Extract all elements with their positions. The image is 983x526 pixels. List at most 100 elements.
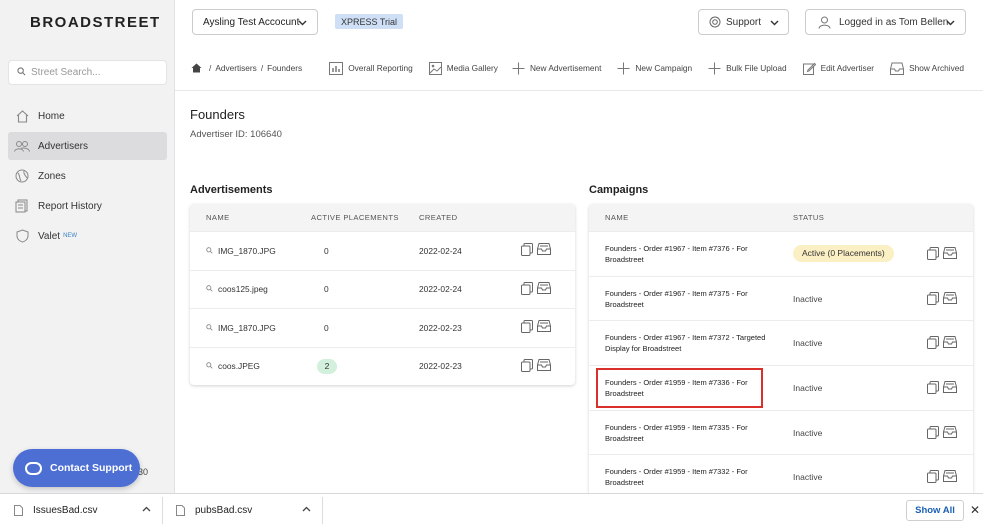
ad-name[interactable]: coos125.jpeg: [218, 284, 268, 294]
sidebar-item-home[interactable]: Home: [8, 102, 167, 130]
table-row[interactable]: Founders - Order #1959 - Item #7332 - Fo…: [589, 454, 973, 493]
campaign-name[interactable]: Founders - Order #1959 - Item #7332 - Fo…: [589, 466, 793, 488]
new-advertisement-button[interactable]: New Advertisement: [512, 62, 601, 75]
breadcrumb-founders[interactable]: Founders: [267, 63, 302, 73]
user-menu[interactable]: Logged in as Tom Bellen: [805, 9, 966, 35]
bulk-file-upload-button[interactable]: Bulk File Upload: [708, 62, 787, 75]
media-gallery-button[interactable]: Media Gallery: [428, 61, 498, 75]
table-row[interactable]: Founders - Order #1959 - Item #7336 - Fo…: [589, 365, 973, 410]
breadcrumb-advertisers[interactable]: Advertisers: [215, 63, 257, 73]
table-row[interactable]: IMG_1870.JPG 0 2022-02-24: [190, 231, 575, 270]
globe-icon: [14, 168, 30, 184]
copy-icon[interactable]: [927, 247, 939, 260]
report-icon: [14, 198, 30, 214]
campaign-name[interactable]: Founders - Order #1967 - Item #7376 - Fo…: [589, 243, 793, 265]
sidebar-item-label: Valet: [38, 230, 61, 242]
download-filename: IssuesBad.csv: [33, 505, 98, 516]
contact-support-label: Contact Support: [50, 462, 133, 474]
download-item-pubsbad[interactable]: pubsBad.csv: [176, 494, 252, 526]
edit-advertiser-button[interactable]: Edit Advertiser: [802, 62, 874, 75]
sidebar-item-zones[interactable]: Zones: [8, 162, 167, 190]
copy-icon[interactable]: [521, 281, 533, 295]
advertisements-table: NAME ACTIVE PLACEMENTS CREATED IMG_1870.…: [190, 204, 575, 385]
table-row[interactable]: coos.JPEG 2 2022-02-23: [190, 346, 575, 386]
table-header: NAME ACTIVE PLACEMENTS CREATED: [190, 204, 575, 231]
archive-icon[interactable]: [943, 247, 957, 260]
archive-icon[interactable]: [537, 320, 551, 333]
download-bar: IssuesBad.csv pubsBad.csv Show All ✕: [0, 493, 983, 526]
column-name: NAME: [206, 213, 230, 222]
chevron-up-icon[interactable]: [302, 506, 311, 512]
toolbar: / Advertisers / Founders Overall Reporti…: [175, 57, 983, 79]
campaign-name[interactable]: Founders - Order #1967 - Item #7372 - Ta…: [589, 332, 793, 354]
ad-name[interactable]: coos.JPEG: [218, 361, 260, 371]
users-icon: [14, 138, 30, 154]
table-row[interactable]: Founders - Order #1967 - Item #7376 - Fo…: [589, 231, 973, 276]
search-input[interactable]: [31, 67, 151, 78]
campaign-name[interactable]: Founders - Order #1959 - Item #7335 - Fo…: [589, 422, 793, 444]
header-divider: [175, 90, 983, 91]
breadcrumb: / Advertisers / Founders: [191, 63, 302, 73]
archive-icon[interactable]: [943, 381, 957, 394]
overall-reporting-button[interactable]: Overall Reporting: [329, 61, 413, 75]
download-separator: [322, 497, 323, 524]
close-icon[interactable]: ✕: [970, 503, 980, 517]
created-date: 2022-02-24: [419, 245, 462, 256]
shield-icon: [14, 228, 30, 244]
archive-icon[interactable]: [537, 358, 551, 372]
pencil-icon: [802, 62, 816, 75]
sidebar-item-report-history[interactable]: Report History: [8, 192, 167, 220]
copy-icon[interactable]: [927, 381, 939, 395]
archive-icon[interactable]: [943, 425, 957, 439]
user-icon: [818, 16, 831, 29]
archive-icon[interactable]: [537, 281, 551, 295]
copy-icon[interactable]: [927, 291, 939, 305]
copy-icon[interactable]: [927, 336, 939, 350]
account-select[interactable]: Aysling Test Accocunt: [192, 9, 318, 35]
copy-icon[interactable]: [927, 425, 939, 439]
copy-icon[interactable]: [521, 320, 533, 333]
archive-icon[interactable]: [943, 291, 957, 305]
new-campaign-button[interactable]: New Campaign: [617, 62, 692, 75]
sidebar-item-advertisers[interactable]: Advertisers: [8, 132, 167, 160]
archive-icon[interactable]: [537, 243, 551, 256]
table-header: NAME STATUS: [589, 204, 973, 231]
campaign-name[interactable]: Founders - Order #1959 - Item #7336 - Fo…: [589, 377, 793, 399]
broadstreet-logo[interactable]: BROADSTREET: [30, 14, 161, 31]
trial-badge: XPRESS Trial: [335, 14, 404, 29]
placements-count: 0: [324, 245, 329, 256]
file-icon: [14, 505, 23, 516]
show-all-button[interactable]: Show All: [906, 500, 964, 521]
search-icon: [206, 246, 213, 256]
search-icon: [17, 66, 26, 79]
show-archived-button[interactable]: Show Archived: [890, 62, 964, 75]
home-icon[interactable]: [191, 63, 202, 73]
column-created: CREATED: [419, 213, 458, 222]
campaign-name[interactable]: Founders - Order #1967 - Item #7375 - Fo…: [589, 288, 793, 310]
copy-icon[interactable]: [927, 470, 939, 484]
table-row[interactable]: Founders - Order #1959 - Item #7335 - Fo…: [589, 409, 973, 455]
table-row[interactable]: Founders - Order #1967 - Item #7375 - Fo…: [589, 275, 973, 321]
archive-icon[interactable]: [943, 336, 957, 349]
sidebar-item-valet[interactable]: Valet NEW: [8, 222, 167, 250]
search-icon: [206, 323, 213, 333]
table-row[interactable]: Founders - Order #1967 - Item #7372 - Ta…: [589, 320, 973, 365]
chevron-up-icon[interactable]: [142, 506, 151, 512]
copy-icon[interactable]: [521, 358, 533, 372]
image-icon: [428, 61, 442, 75]
ad-name[interactable]: IMG_1870.JPG: [218, 323, 276, 333]
support-dropdown[interactable]: Support: [698, 9, 789, 35]
ad-name[interactable]: IMG_1870.JPG: [218, 246, 276, 256]
file-icon: [176, 505, 185, 516]
table-row[interactable]: IMG_1870.JPG 0 2022-02-23: [190, 308, 575, 347]
column-active-placements: ACTIVE PLACEMENTS: [311, 213, 399, 222]
archive-icon[interactable]: [943, 470, 957, 483]
copy-icon[interactable]: [521, 243, 533, 256]
download-item-issuesbad[interactable]: IssuesBad.csv: [14, 494, 97, 526]
overall-reporting-label: Overall Reporting: [348, 63, 413, 73]
house-icon: [14, 108, 30, 124]
contact-support-button[interactable]: Contact Support: [13, 449, 140, 487]
table-row[interactable]: coos125.jpeg 0 2022-02-24: [190, 269, 575, 309]
street-search[interactable]: [8, 60, 167, 85]
chart-icon: [329, 61, 344, 75]
